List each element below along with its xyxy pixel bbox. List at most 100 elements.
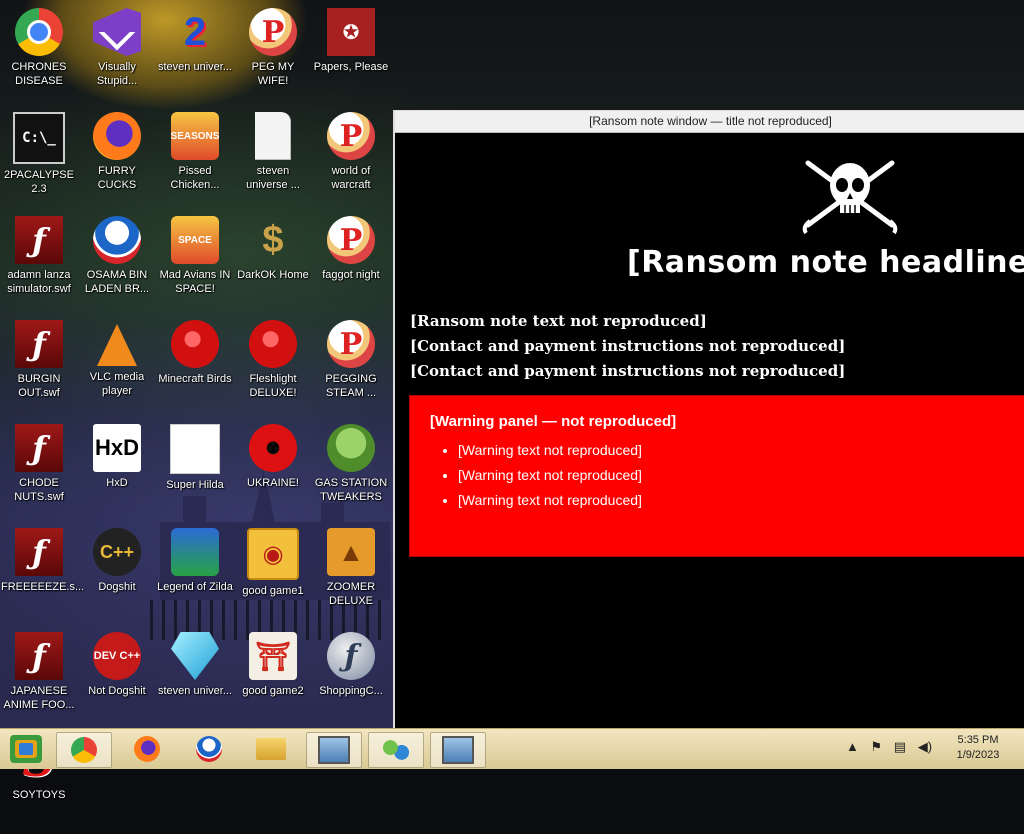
zuma-icon: ▲ [327, 528, 375, 576]
taskbar-explorer-button[interactable] [244, 732, 298, 766]
taskbar-clock[interactable]: 5:35 PM 1/9/2023 [950, 733, 1006, 763]
desktop-icon[interactable]: ƒ FREEEEEZE.s... [0, 522, 85, 626]
desktop-icon[interactable]: SEASONS Pissed Chicken... [156, 106, 234, 210]
desktop-icon[interactable]: 2 steven univer... [156, 2, 234, 106]
show-hidden-icons-chevron-icon[interactable]: ▲ [846, 739, 859, 754]
desktop-icon-label: BURGIN OUT.swf [17, 373, 61, 399]
flash-file-icon: ƒ [15, 216, 63, 264]
desktop-icon[interactable]: Fleshlight DELUXE! [234, 314, 312, 418]
desktop-icon-label: 2PACALYPSE 2.3 [4, 169, 74, 195]
desktop-icon[interactable]: FURRY CUCKS [78, 106, 156, 210]
desktop-icon[interactable]: ƒ adamn lanza simulator.swf [0, 210, 78, 314]
desktop-icon[interactable]: GAS STATION TWEAKERS [312, 418, 390, 522]
window-title[interactable]: [Ransom note window — title not reproduc… [395, 111, 1024, 133]
flash-file-icon: ƒ [15, 528, 63, 576]
peggle-icon: P [327, 320, 375, 368]
desktop-icon-label: SOYTOYS [12, 789, 66, 801]
desktop-icon[interactable]: ƒ BURGIN OUT.swf [0, 314, 78, 418]
desktop-icon[interactable]: ƒ JAPANESE ANIME FOO... [0, 626, 78, 730]
peggle-nights-icon: P [327, 216, 375, 264]
desktop-icon[interactable]: DEV C++ Not Dogshit [78, 626, 156, 730]
desktop-icon[interactable]: C++ Dogshit [78, 522, 156, 626]
start-button[interactable] [6, 732, 46, 766]
desktop-icon[interactable]: ⛩ good game2 [234, 626, 312, 730]
desktop-icon[interactable]: C:\_ 2PACALYPSE 2.3 [0, 106, 78, 210]
flash-file-icon: ƒ [15, 424, 63, 472]
visual-studio-icon [93, 8, 141, 56]
taskbar-app-button[interactable] [368, 732, 424, 768]
desktop-icon-label: Fleshlight DELUXE! [249, 373, 297, 399]
desktop-icon-label: FREEEEEZE.s... [1, 581, 85, 593]
desktop-icon[interactable]: steven univer... [156, 626, 234, 730]
taskbar-obama-button[interactable] [182, 732, 236, 766]
desktop-icon[interactable]: VLC media player [78, 314, 156, 418]
desktop-icon-label: GAS STATION TWEAKERS [314, 477, 388, 503]
note-line-3: [Contact and payment instructions not re… [410, 362, 846, 380]
system-tray: ▲ ⚑ ▤ ◀) [846, 739, 940, 755]
peggle-icon: P [249, 8, 297, 56]
taskbar-firefox-button[interactable] [120, 732, 174, 766]
volume-icon[interactable]: ◀) [918, 739, 932, 754]
desktop-icon[interactable]: HxD HxD [78, 418, 156, 522]
desktop-icon[interactable]: Visually Stupid... [78, 2, 156, 106]
desktop-icon-label: Visually Stupid... [96, 61, 138, 87]
desktop-icon[interactable]: P PEG MY WIFE! [234, 2, 312, 106]
desktop-icon-label: ZOOMER DELUXE [326, 581, 376, 607]
obama-logo-icon [196, 736, 222, 762]
command-prompt-icon: C:\_ [13, 112, 65, 164]
desktop-icon[interactable]: OSAMA BIN LADEN BR... [78, 210, 156, 314]
folder-icon [256, 738, 286, 760]
desktop-icon-label: CHODE NUTS.swf [14, 477, 64, 503]
plants-vs-zombies-icon [327, 424, 375, 472]
desktop-icon-label: PEGGING STEAM ... [325, 373, 377, 399]
taskbar-app-button[interactable] [306, 732, 362, 768]
ransom-note-window[interactable]: [Ransom note window — title not reproduc… [393, 110, 1024, 731]
desktop-icon-label: DarkOK Home [237, 269, 309, 281]
desktop-icon[interactable]: steven universe ... [234, 106, 312, 210]
desktop-icon[interactable]: CHRONES DISEASE [0, 2, 78, 106]
desktop-icon[interactable]: Pworld of warcraft [312, 106, 390, 210]
mahjong-tile-icon: ◉ [247, 528, 299, 580]
angry-birds-seasons-icon: SEASONS [171, 112, 219, 160]
desktop-icon-label: Not Dogshit [88, 685, 146, 697]
attention-item: [Warning text not reproduced] [458, 463, 1024, 488]
obama-logo-icon [93, 216, 141, 264]
desktop-icon[interactable]: ▲ ZOOMER DELUXE [312, 522, 390, 626]
taskbar-app-button[interactable] [430, 732, 486, 768]
desktop-icon[interactable]: P PEGGING STEAM ... [312, 314, 390, 418]
pixel-hero-icon [171, 528, 219, 576]
desktop-icon[interactable]: $ DarkOK Home [234, 210, 312, 314]
action-center-flag-icon[interactable]: ⚑ [871, 739, 883, 754]
money-bag-icon: $ [262, 218, 284, 261]
desktop-icon-label: adamn lanza simulator.swf [7, 269, 71, 295]
hxd-icon: HxD [93, 424, 141, 472]
taskbar: ▲ ⚑ ▤ ◀) 5:35 PM 1/9/2023 [0, 728, 1024, 769]
attention-item: [Warning text not reproduced] [458, 438, 1024, 463]
desktop-icon[interactable]: Legend of Zilda [156, 522, 234, 626]
desktop-icon[interactable]: Pfaggot night [312, 210, 390, 314]
desktop-icon[interactable]: SPACE Mad Avians IN SPACE! [156, 210, 234, 314]
steven-universe-icon: 2 [183, 9, 207, 54]
desktop-icon[interactable]: ƒ ShoppingC... [312, 626, 390, 730]
flash-file-icon: ƒ [15, 320, 63, 368]
attention-list: [Warning text not reproduced] [Warning t… [432, 438, 1024, 513]
radiation-icon: ☢ [249, 424, 297, 472]
cpp-icon: C++ [93, 528, 141, 576]
desktop-icon-label: steven universe ... [246, 165, 300, 191]
desktop-icon[interactable]: Minecraft Birds [156, 314, 234, 418]
desktop-icon[interactable]: Super Hilda [156, 418, 234, 522]
angry-birds-space-icon: SPACE [171, 216, 219, 264]
papers-please-icon: ✪ [327, 8, 375, 56]
desktop-icon-label: faggot night [322, 269, 380, 281]
network-icon[interactable]: ▤ [894, 739, 906, 754]
desktop-icon-label: Papers, Please [313, 61, 389, 73]
network-users-icon [382, 738, 410, 762]
taskbar-chrome-button[interactable] [56, 732, 112, 768]
desktop-icon[interactable]: ☢ UKRAINE! [234, 418, 312, 522]
desktop-icon[interactable]: ◉ good game1 [234, 522, 312, 626]
desktop-icon[interactable]: ✪ Papers, Please [312, 2, 390, 106]
chrome-icon [15, 8, 63, 56]
red-creature-icon [249, 320, 297, 368]
flash-file-icon: ƒ [15, 632, 63, 680]
desktop-icon[interactable]: ƒ CHODE NUTS.swf [0, 418, 78, 522]
